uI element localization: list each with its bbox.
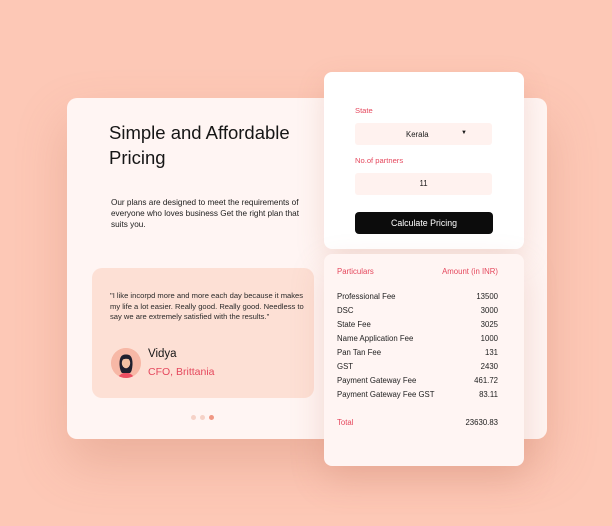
fee-row: State Fee 3025 bbox=[337, 320, 498, 330]
carousel-dot[interactable] bbox=[200, 415, 205, 420]
avatar-illustration bbox=[111, 348, 141, 378]
fee-label: DSC bbox=[337, 306, 354, 315]
fee-amount: 83.11 bbox=[479, 390, 498, 399]
fee-row: Professional Fee 13500 bbox=[337, 292, 498, 302]
carousel-dot-active[interactable] bbox=[209, 415, 214, 420]
fee-row: Pan Tan Fee 131 bbox=[337, 348, 498, 358]
fee-row: DSC 3000 bbox=[337, 306, 498, 316]
carousel-dots bbox=[191, 415, 214, 420]
total-label: Total bbox=[337, 418, 354, 427]
state-value: Kerala bbox=[406, 130, 429, 139]
avatar bbox=[111, 348, 141, 378]
calculate-pricing-button[interactable]: Calculate Pricing bbox=[355, 212, 493, 234]
state-select[interactable]: Kerala ▼ bbox=[355, 123, 492, 145]
fee-label: Name Application Fee bbox=[337, 334, 414, 343]
testimonial-quote: "I like incorpd more and more each day b… bbox=[110, 291, 304, 321]
caret-down-icon: ▼ bbox=[461, 130, 467, 136]
pricing-description: Our plans are designed to meet the requi… bbox=[111, 198, 299, 229]
fee-row: Payment Gateway Fee 461.72 bbox=[337, 376, 498, 386]
testimonial-role: CFO, Brittania bbox=[148, 366, 215, 378]
partners-input[interactable]: 11 bbox=[355, 173, 492, 195]
fee-label: GST bbox=[337, 362, 354, 371]
carousel-dot[interactable] bbox=[191, 415, 196, 420]
fee-label: Pan Tan Fee bbox=[337, 348, 382, 357]
fee-amount: 131 bbox=[484, 348, 498, 357]
testimonial-name: Vidya bbox=[148, 348, 177, 360]
fee-amount: 3025 bbox=[480, 320, 498, 329]
fee-row: GST 2430 bbox=[337, 362, 498, 372]
testimonial-card bbox=[92, 268, 314, 398]
fee-list: Professional Fee 13500 DSC 3000 State Fe… bbox=[337, 292, 498, 404]
fee-row: Name Application Fee 1000 bbox=[337, 334, 498, 344]
fee-amount: 461.72 bbox=[474, 376, 498, 385]
fee-label: Payment Gateway Fee bbox=[337, 376, 417, 385]
fee-amount: 1000 bbox=[480, 334, 498, 343]
fee-label: Payment Gateway Fee GST bbox=[337, 390, 435, 399]
fee-amount: 2430 bbox=[480, 362, 498, 371]
col-amount: Amount (in INR) bbox=[442, 267, 498, 276]
fee-label: State Fee bbox=[337, 320, 371, 329]
fee-amount: 3000 bbox=[480, 306, 498, 315]
total-row: Total 23630.83 bbox=[337, 418, 498, 427]
page-title: Simple and Affordable Pricing bbox=[109, 122, 290, 168]
fee-amount: 13500 bbox=[476, 292, 498, 301]
total-amount: 23630.83 bbox=[465, 418, 498, 427]
state-label: State bbox=[355, 106, 373, 115]
partners-label: No.of partners bbox=[355, 156, 404, 165]
fee-label: Professional Fee bbox=[337, 292, 396, 301]
fee-row: Payment Gateway Fee GST 83.11 bbox=[337, 390, 498, 400]
col-particulars: Particulars bbox=[337, 267, 374, 276]
